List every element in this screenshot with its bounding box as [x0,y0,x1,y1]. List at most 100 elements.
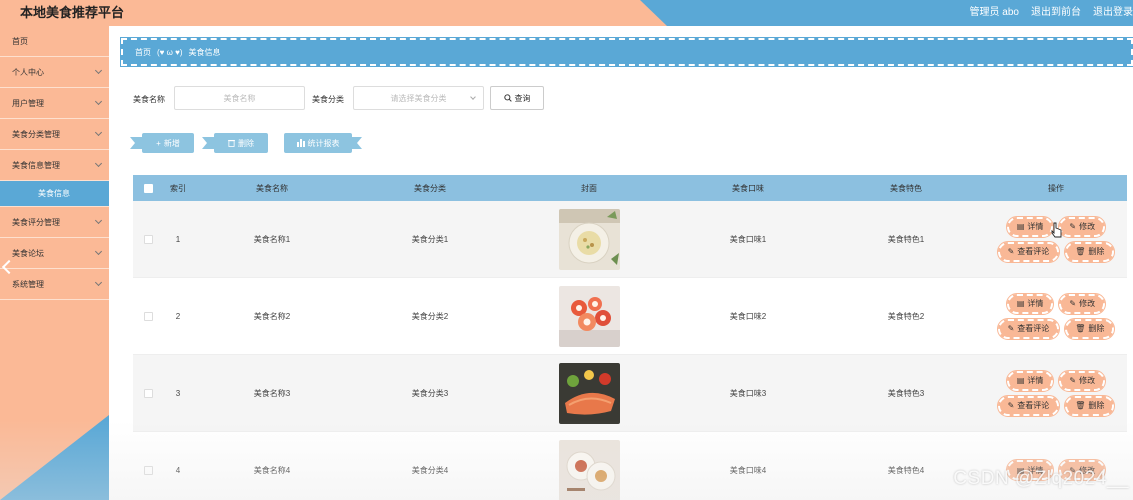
edit-button[interactable]: ✎ 修改 [1058,215,1107,238]
category-search-label: 美食分类 [312,95,344,104]
category-select-placeholder: 请选择美食分类 [390,93,447,103]
row-index: 2 [175,311,181,321]
sidebar-item-food-info[interactable]: 美食信息管理 [0,150,109,181]
report-button-label: 统计报表 [307,138,340,148]
sidebar-item-ratings[interactable]: 美食评分管理 [0,207,109,238]
chevron-down-icon [94,128,103,137]
pencil-icon: ✎ [1069,299,1077,308]
chevron-down-icon [94,159,103,168]
sidebar-item-label: 美食信息管理 [12,160,60,170]
view-comments-button[interactable]: ✎ 查看评论 [996,240,1061,263]
edit-button-label: 修改 [1079,222,1096,231]
sidebar-item-food-category[interactable]: 美食分类管理 [0,119,109,150]
mouse-cursor-icon [1051,222,1062,238]
delete-button-label: 删除 [1088,247,1105,256]
header-name: 美食名称 [256,183,288,193]
sidebar-item-label: 美食评分管理 [12,217,60,227]
admin-label: 管理员 abo [969,7,1019,18]
edit-button[interactable]: ✎ 修改 [1058,292,1107,315]
category-select[interactable]: 请选择美食分类 [353,86,484,110]
name-search-label: 美食名称 [133,95,165,104]
sidebar-item-label: 首页 [12,36,28,46]
sidebar-item-label: 个人中心 [12,67,44,77]
sidebar: 首页 个人中心 用户管理 美食分类管理 美食信息管理 美食信息 美食评分管理 美… [0,26,109,500]
breadcrumb-home[interactable]: 首页 [135,47,151,58]
row-category: 美食分类4 [411,465,449,475]
sidebar-item-system[interactable]: 系统管理 [0,269,109,300]
row-name: 美食名称1 [253,234,291,244]
detail-button[interactable]: ▤ 详情 [1005,369,1055,392]
table-row: 2 美食名称2 美食分类2 美食口味2 美食特色2 ▤ 详情 ✎ 修改 ✎ 查看评论 … [133,278,1127,355]
sidebar-item-forum[interactable]: 美食论坛 [0,238,109,269]
chevron-down-icon [94,66,103,75]
sidebar-item-users[interactable]: 用户管理 [0,88,109,119]
chevron-down-icon [94,216,103,225]
chevron-down-icon [94,97,103,106]
query-button[interactable]: 查询 [490,86,544,110]
row-checkbox[interactable] [143,311,153,321]
pencil-icon: ✎ [1007,247,1015,256]
trash-icon [228,139,235,147]
batch-delete-button[interactable]: 删除 [202,133,268,153]
sidebar-item-label: 美食分类管理 [12,129,60,139]
app-title: 本地美食推荐平台 [20,5,125,20]
pencil-icon: ✎ [1069,222,1077,231]
query-button-label: 查询 [514,93,531,103]
breadcrumb-current: 美食信息 [188,47,221,57]
name-search-input[interactable]: 美食名称 [174,86,305,110]
delete-button[interactable]: 🗑 删除 [1064,317,1116,340]
chevron-down-icon [94,247,103,256]
view-comments-button[interactable]: ✎ 查看评论 [996,394,1061,417]
row-feature: 美食特色2 [887,311,925,321]
header-ops: 操作 [1048,183,1064,193]
edit-button-label: 修改 [1079,376,1096,385]
logout-link[interactable]: 退出登录 [1093,3,1133,18]
row-taste: 美食口味2 [729,311,767,321]
delete-button[interactable]: 🗑 删除 [1064,394,1116,417]
row-checkbox[interactable] [143,388,153,398]
header-index: 索引 [170,183,186,193]
edit-button-label: 修改 [1079,299,1096,308]
sidebar-item-home[interactable]: 首页 [0,26,109,57]
view-comments-button[interactable]: ✎ 查看评论 [996,317,1061,340]
row-feature: 美食特色3 [887,388,925,398]
food-table: 索引 美食名称 美食分类 封面 美食口味 美食特色 操作 1 美食名称1 美食分… [133,175,1127,500]
pencil-icon: ✎ [1007,401,1015,410]
delete-button-label: 删除 [1088,401,1105,410]
cover-image [558,439,620,500]
trash-icon: 🗑 [1075,401,1086,410]
breadcrumb: 首页 (♥ ω ♥) 美食信息 [120,37,1133,67]
detail-button[interactable]: ▤ 详情 [1005,292,1055,315]
watermark: CSDN @Zlq2024__ [953,468,1129,489]
row-taste: 美食口味1 [729,234,767,244]
table-header: 索引 美食名称 美食分类 封面 美食口味 美食特色 操作 [133,175,1127,201]
report-button[interactable]: 统计报表 [284,133,362,153]
cover-image [558,362,620,424]
sidebar-accent [0,415,109,500]
row-checkbox[interactable] [143,234,153,244]
edit-button[interactable]: ✎ 修改 [1058,369,1107,392]
back-to-front-link[interactable]: 退出到前台 [1031,3,1081,18]
row-checkbox[interactable] [143,465,153,475]
sidebar-item-label: 美食信息 [38,189,70,198]
delete-button[interactable]: 🗑 删除 [1064,240,1116,263]
sidebar-item-label: 系统管理 [12,279,44,289]
detail-button-label: 详情 [1027,222,1044,231]
detail-button-label: 详情 [1027,299,1044,308]
document-icon: ▤ [1016,299,1025,308]
view-comments-label: 查看评论 [1017,324,1050,333]
sidebar-item-label: 用户管理 [12,98,44,108]
select-all-checkbox[interactable] [143,183,153,193]
header-category: 美食分类 [414,183,446,193]
row-feature: 美食特色1 [887,234,925,244]
row-index: 3 [175,388,181,398]
row-index: 4 [175,465,181,475]
sidebar-subitem-food-info[interactable]: 美食信息 [0,181,109,207]
row-category: 美食分类2 [411,311,449,321]
add-button[interactable]: + 新增 [130,133,194,153]
detail-button[interactable]: ▤ 详情 [1005,215,1055,238]
sidebar-item-personal[interactable]: 个人中心 [0,57,109,88]
row-category: 美食分类3 [411,388,449,398]
table-row: 3 美食名称3 美食分类3 美食口味3 美食特色3 ▤ 详情 ✎ 修改 ✎ 查看评论 … [133,355,1127,432]
view-comments-label: 查看评论 [1017,401,1050,410]
